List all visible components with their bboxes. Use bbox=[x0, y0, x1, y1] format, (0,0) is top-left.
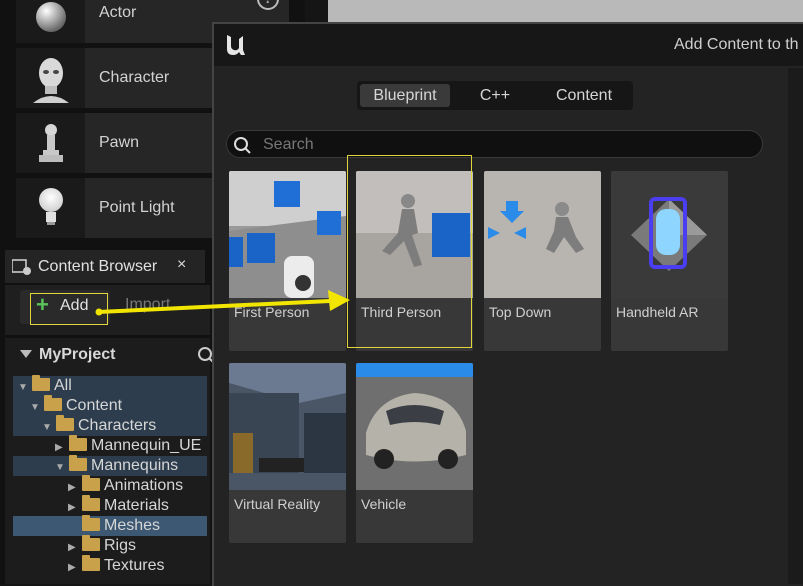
annotation-arrow-icon bbox=[95, 290, 350, 316]
